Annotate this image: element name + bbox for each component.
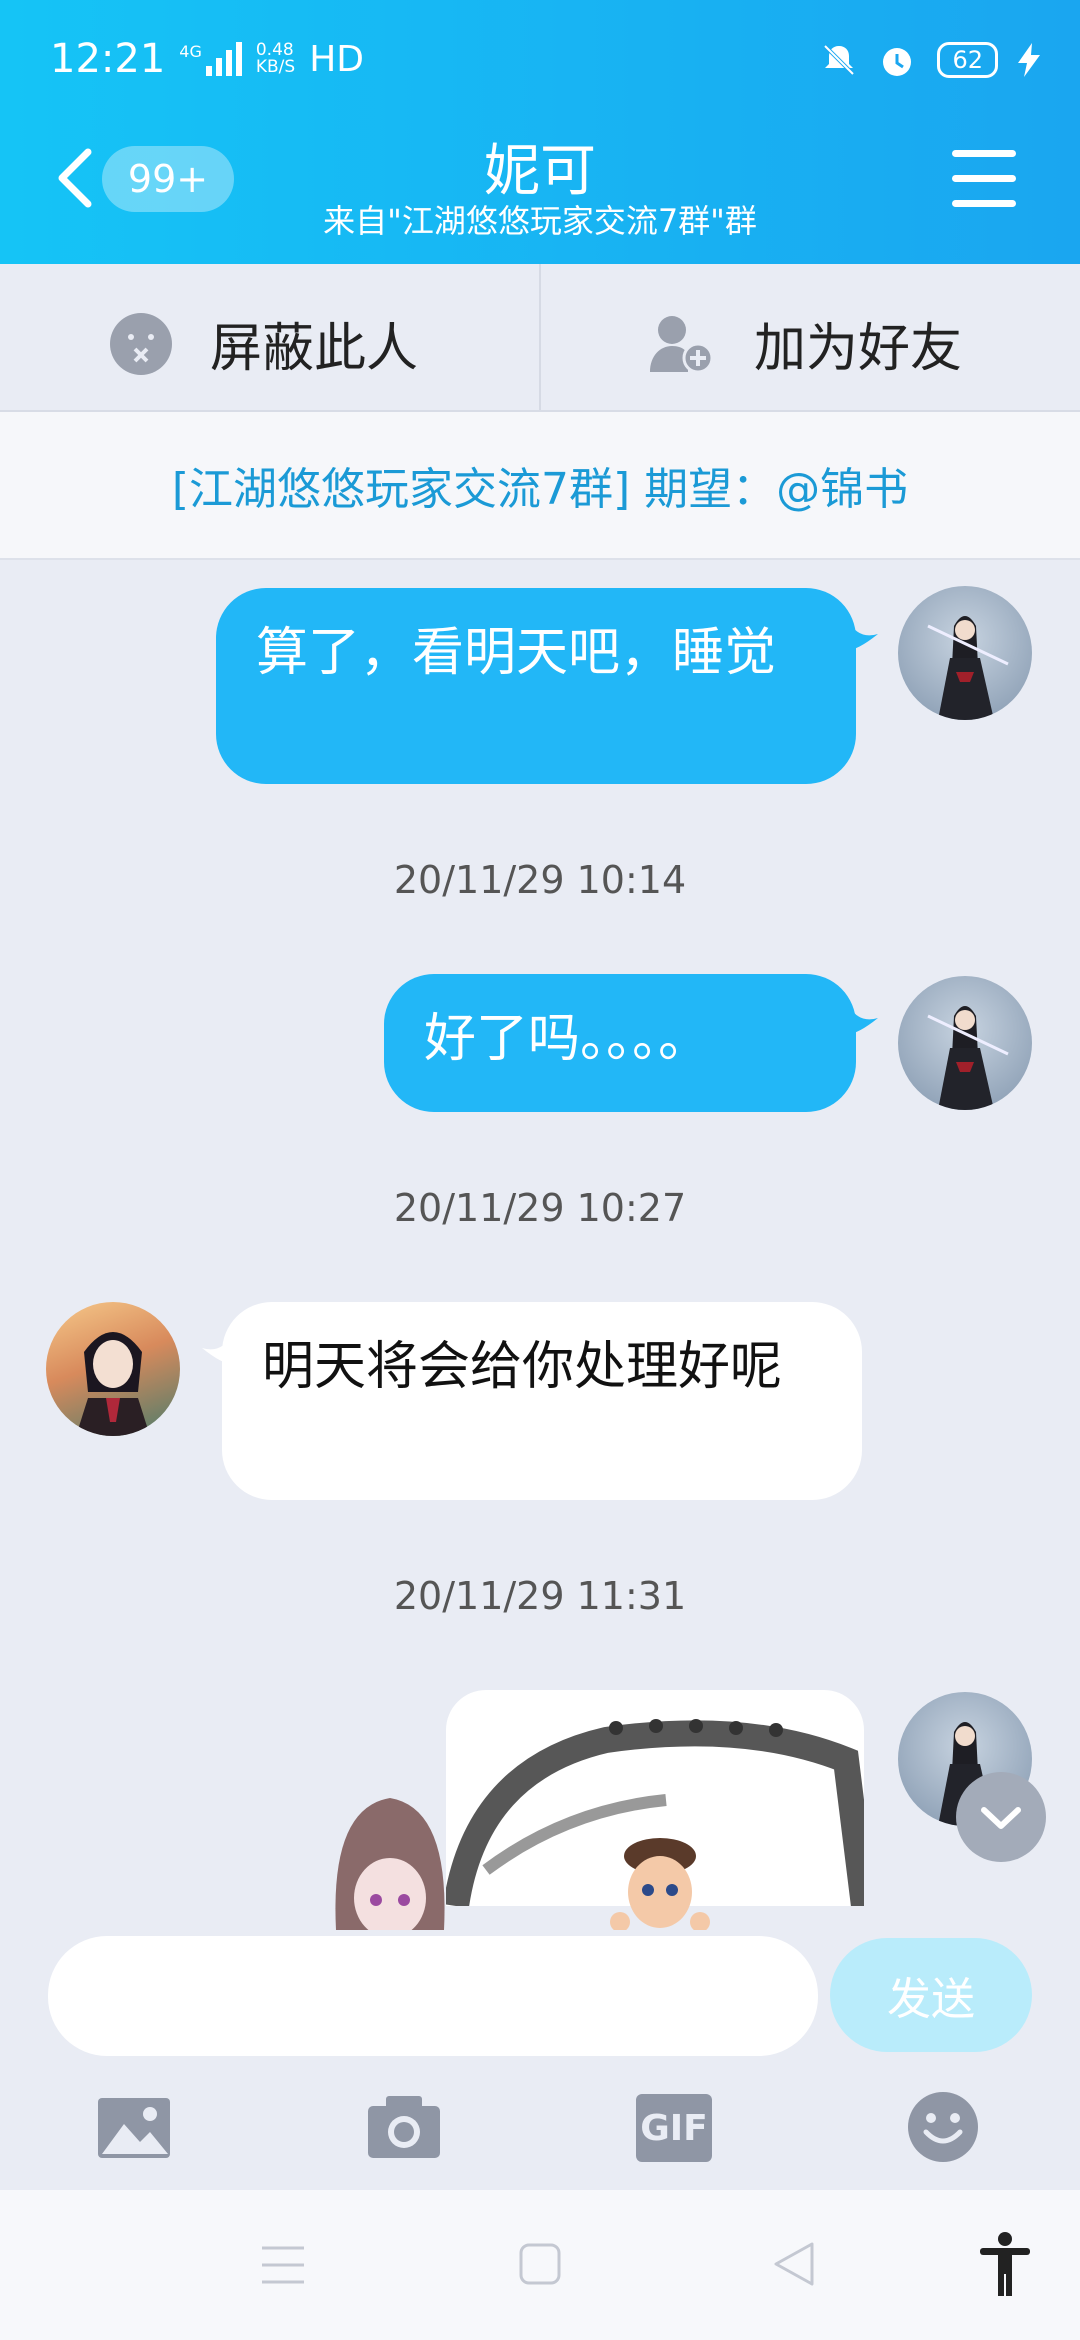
send-label: 发送 xyxy=(887,1974,975,2025)
message-bubble-incoming[interactable]: 明天将会给你处理好呢 xyxy=(222,1302,862,1500)
chevron-down-icon xyxy=(981,1807,1021,1829)
accessibility-icon xyxy=(980,2232,1030,2296)
timestamp: 20/11/29 10:27 xyxy=(393,1186,687,1230)
speed-unit: KB/S xyxy=(255,57,296,77)
notice-text: [江湖悠悠玩家交流7群] 期望：@锦书 xyxy=(171,464,909,515)
my-avatar[interactable] xyxy=(898,976,1032,1110)
bubble-tail xyxy=(848,620,878,650)
alarm-icon xyxy=(883,48,912,76)
gif-label: GIF xyxy=(640,2107,708,2149)
hd-indicator: HD xyxy=(309,38,364,80)
home-button[interactable] xyxy=(518,2242,562,2290)
square-icon xyxy=(519,2243,561,2285)
recent-apps-button[interactable] xyxy=(260,2244,306,2290)
emoji-button[interactable] xyxy=(906,2090,980,2164)
camera-button[interactable] xyxy=(366,2094,442,2162)
camera-icon xyxy=(368,2096,440,2158)
menu-icon xyxy=(952,150,1016,157)
status-bar-right: 62 xyxy=(821,40,1040,80)
gif-button[interactable]: GIF xyxy=(636,2094,712,2162)
network-speed: 0.48 KB/S xyxy=(256,42,295,76)
battery-indicator: 62 xyxy=(937,42,998,78)
message-bubble-outgoing[interactable]: 好了吗。。。。 xyxy=(384,974,856,1112)
timestamp: 20/11/29 11:31 xyxy=(393,1574,687,1618)
swordsman-avatar-icon xyxy=(927,616,1009,720)
chat-subtitle: 来自"江湖悠悠玩家交流7群"群 xyxy=(323,202,757,240)
contact-avatar[interactable] xyxy=(46,1302,180,1436)
cartoon-kid-icon xyxy=(610,1838,710,1930)
charging-icon xyxy=(1018,43,1040,77)
photo-button[interactable] xyxy=(96,2094,172,2162)
message-input[interactable] xyxy=(48,1936,818,2056)
message-bubble-outgoing[interactable]: 算了，看明天吧，睡觉 xyxy=(216,588,856,784)
group-notice[interactable]: [江湖悠悠玩家交流7群] 期望：@锦书 xyxy=(0,412,1080,560)
add-person-icon xyxy=(650,315,714,373)
block-face-icon xyxy=(110,312,172,375)
add-friend-button[interactable]: 加为好友 xyxy=(648,306,962,381)
cartoon-kid-figure[interactable] xyxy=(600,1836,720,1930)
message-text: 好了吗。。。。 xyxy=(424,1009,711,1069)
timestamp: 20/11/29 10:14 xyxy=(393,858,687,902)
smiley-icon xyxy=(908,2092,978,2162)
mute-icon xyxy=(824,44,855,76)
gif-icon: GIF xyxy=(636,2094,712,2162)
anime-girl-figure[interactable] xyxy=(330,1788,450,1930)
chat-title: 妮可 xyxy=(484,139,596,204)
lady-avatar-icon xyxy=(76,1332,150,1436)
menu-button[interactable] xyxy=(952,150,1016,208)
anime-girl-icon xyxy=(335,1798,445,1930)
bubble-tail xyxy=(848,1004,878,1034)
signal-icon: 4G xyxy=(179,42,242,76)
nav-back-button[interactable] xyxy=(772,2240,816,2292)
image-icon xyxy=(98,2098,170,2158)
menu-lines-icon xyxy=(262,2246,304,2284)
scroll-to-bottom-button[interactable] xyxy=(956,1772,1046,1862)
send-button[interactable]: 发送 xyxy=(830,1938,1032,2052)
accessibility-button[interactable] xyxy=(978,2232,1032,2300)
message-text: 算了，看明天吧，睡觉 xyxy=(256,623,777,683)
add-friend-label: 加为好友 xyxy=(754,319,963,379)
status-bar-left: 12:21 4G 0.48 KB/S HD xyxy=(50,36,364,82)
block-user-button[interactable]: 屏蔽此人 xyxy=(110,306,418,381)
my-avatar[interactable] xyxy=(898,586,1032,720)
triangle-back-icon xyxy=(774,2242,814,2286)
action-divider xyxy=(539,264,541,410)
status-time: 12:21 xyxy=(50,36,166,82)
message-text: 明天将会给你处理好呢 xyxy=(262,1337,783,1397)
network-type: 4G xyxy=(179,42,202,61)
swordsman-avatar-icon xyxy=(927,1006,1009,1110)
block-user-label: 屏蔽此人 xyxy=(210,319,419,379)
